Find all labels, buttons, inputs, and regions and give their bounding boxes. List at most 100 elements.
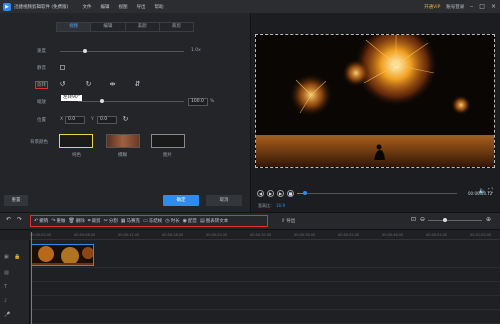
speed-label: 速度	[37, 49, 46, 54]
text-track-icon: T	[4, 284, 8, 290]
tab-crop[interactable]: 裁剪	[160, 23, 193, 31]
fullscreen-icon[interactable]: ⛶	[488, 187, 493, 196]
rotate-left-icon[interactable]: ↺	[58, 80, 67, 89]
freeze-icon: ▭	[143, 218, 148, 224]
aspect-label: 宽高比：	[258, 203, 274, 208]
bg-label: 背景颜色	[30, 140, 48, 145]
x-input[interactable]: 0.0	[65, 116, 85, 124]
ruler-tick-label: 00:00:48.00	[382, 233, 404, 237]
close-icon[interactable]: ×	[491, 3, 496, 10]
flip-vertical-icon[interactable]: ⇵	[133, 80, 142, 89]
text-icon: ▤	[200, 218, 205, 224]
tab-video[interactable]: 视频	[57, 23, 92, 31]
volume-icon[interactable]: 🔈	[478, 187, 487, 195]
settings-panel	[0, 13, 251, 212]
playback-progress-track[interactable]	[297, 193, 457, 194]
prev-frame-button[interactable]: ◀	[257, 190, 264, 197]
text-track[interactable]	[30, 282, 500, 296]
track-lock-icon[interactable]: 🔒	[14, 254, 20, 260]
bg-blur-label: 模糊	[118, 153, 127, 158]
minimize-icon[interactable]: –	[470, 3, 473, 10]
scale-unit: %	[210, 99, 215, 104]
rotate-right-icon[interactable]: ↻	[84, 80, 93, 89]
ruler-tick-label: 00:00:00.00	[30, 233, 52, 237]
crop-tool[interactable]: ⌗ 裁剪	[88, 218, 101, 224]
maximize-icon[interactable]: □	[479, 3, 485, 10]
redo-tool[interactable]: ↷ 重做	[51, 218, 65, 224]
video-preview	[255, 34, 495, 168]
bg-blur-swatch[interactable]	[106, 134, 140, 148]
audio-track-icon: 🎤	[4, 312, 11, 318]
scale-label: 缩放	[37, 100, 46, 105]
timeline-playhead[interactable]	[31, 232, 32, 324]
zoom-in-icon[interactable]: ⊕	[484, 215, 493, 224]
timeline-ruler[interactable]: 00:00:00.00 00:00:06.00 00:00:12.00 00:00:1…	[30, 232, 500, 240]
split-tool[interactable]: ✂ 分割	[104, 218, 118, 224]
playback-progress-knob[interactable]	[303, 191, 307, 195]
vip-button[interactable]: 开通VIP	[424, 4, 440, 10]
bg-image-label: 图片	[163, 153, 172, 158]
ruler-tick-label: 00:00:36.00	[294, 233, 316, 237]
reset-button[interactable]: 重置	[4, 195, 28, 206]
login-button[interactable]: 账号登录	[446, 4, 464, 10]
menu-edit[interactable]: 编辑	[100, 4, 109, 10]
flip-horizontal-icon[interactable]: ⇹	[108, 80, 117, 89]
clip-thumbnail	[32, 245, 93, 265]
menu-view[interactable]: 视图	[118, 4, 127, 10]
duration-tool[interactable]: ◷ 时长	[165, 218, 179, 224]
tab-beauty[interactable]: 美颜	[126, 23, 160, 31]
ruler-tick-label: 00:00:54.00	[426, 233, 448, 237]
tab-edit[interactable]: 编辑	[91, 23, 126, 31]
video-track-icon: ▣	[4, 254, 9, 260]
split-icon: ✂	[103, 218, 108, 224]
x-label: X	[60, 117, 64, 122]
music-track-icon: ♪	[4, 298, 8, 304]
settings-tabs: 视频 编辑 美颜 裁剪	[56, 22, 194, 32]
y-input[interactable]: 0.0	[97, 116, 117, 124]
mosaic-icon: ▦	[120, 218, 126, 224]
clock-icon: ◷	[165, 218, 170, 224]
export-tool[interactable]: ⇪ 导出	[281, 218, 295, 224]
stop-button[interactable]: ■	[287, 190, 294, 197]
video-clip[interactable]	[31, 244, 94, 266]
bg-solid-swatch[interactable]	[59, 134, 93, 148]
audio-track[interactable]	[30, 310, 500, 324]
dubbing-tool[interactable]: ◉ 配音	[183, 218, 197, 224]
bg-image-swatch[interactable]	[151, 134, 185, 148]
cancel-button[interactable]: 取消	[206, 195, 242, 206]
confirm-button[interactable]: 确定	[163, 195, 199, 206]
chart-to-text-tool[interactable]: ▤ 图表转文本	[200, 218, 228, 224]
menu-export[interactable]: 导出	[136, 4, 145, 10]
play-button[interactable]: ▶	[267, 190, 274, 197]
track-headers: ▣ 🔒 ▨ T ♪ 🎤	[0, 240, 30, 324]
undo-tool[interactable]: ↶ 撤销	[34, 218, 48, 224]
ruler-tick-label: 00:00:42.00	[338, 233, 360, 237]
scale-slider[interactable]	[78, 101, 184, 102]
toolbar-undo-icon[interactable]: ↶	[4, 215, 13, 224]
menu-file[interactable]: 文件	[82, 4, 91, 10]
redo-icon: ↷	[51, 218, 56, 224]
zoom-slider-knob[interactable]	[443, 218, 447, 222]
next-frame-button[interactable]: ▶	[277, 190, 284, 197]
rotate-label: 旋转	[35, 81, 48, 89]
speed-slider-knob[interactable]	[82, 49, 87, 53]
ruler-tick-label: 00:00:18.00	[162, 233, 184, 237]
toolbar-redo-icon[interactable]: ↷	[15, 215, 24, 224]
scale-input[interactable]: 100.0	[188, 98, 208, 106]
freeze-frame-tool[interactable]: ▭ 冻结帧	[143, 218, 162, 224]
menu-help[interactable]: 帮助	[154, 4, 163, 10]
mute-checkbox[interactable]	[60, 65, 65, 70]
mosaic-tool[interactable]: ▦ 马赛克	[121, 218, 140, 224]
speed-slider[interactable]	[60, 51, 184, 52]
aspect-value[interactable]: 16:9	[276, 203, 285, 208]
ruler-tick-label: 00:00:06.00	[74, 233, 96, 237]
zoom-out-icon[interactable]: ⊖	[418, 215, 427, 224]
music-track[interactable]	[30, 296, 500, 310]
fit-timeline-icon[interactable]: ⊡	[409, 215, 418, 224]
reset-position-icon[interactable]: ↻	[121, 115, 130, 124]
video-track[interactable]	[30, 240, 500, 268]
zoom-slider[interactable]	[428, 220, 482, 221]
delete-tool[interactable]: 🗑 删除	[68, 218, 84, 224]
ruler-tick-label: 00:00:12.00	[118, 233, 140, 237]
image-track[interactable]	[30, 268, 500, 282]
